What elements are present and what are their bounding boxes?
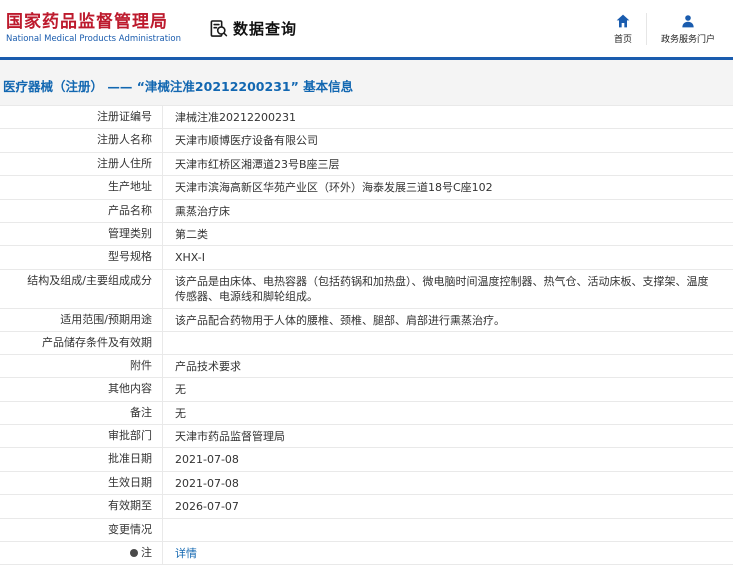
logo-subtitle: National Medical Products Administration [6,33,181,44]
nav-portal[interactable]: 政务服务门户 [645,12,729,45]
site-header: 国家药品监督管理局 National Medical Products Admi… [0,0,733,57]
row-label: 生效日期 [0,471,163,495]
row-label: 型号规格 [0,246,163,269]
table-row: 批准日期 2021-07-08 [0,448,733,472]
note-icon [130,548,138,557]
row-value: 津械注准20212200231 [175,111,296,124]
row-value: 2026-07-07 [175,500,239,514]
table-row: 变更情况 [0,518,733,542]
row-label: 结构及组成/主要组成成分 [0,269,163,308]
table-row: 产品名称 熏蒸治疗床 [0,199,733,223]
row-value: 该产品配合药物用于人体的腰椎、颈椎、腿部、肩部进行熏蒸治疗。 [175,313,505,327]
data-query-section: 数据查询 [209,18,297,39]
table-row: 结构及组成/主要组成成分 该产品是由床体、电热容器（包括药锅和加热盘）、微电脑时… [0,269,733,309]
row-value [163,332,733,354]
person-icon [680,13,696,29]
data-query-icon [209,19,228,38]
row-value [163,519,733,541]
nav-portal-label: 政务服务门户 [660,34,715,45]
row-value: 详情 [163,542,733,564]
row-value: 2021-07-08 [175,476,239,490]
table-row: 注册人住所 天津市红桥区湘潭道23号B座三层 [0,152,733,177]
table-row: 型号规格 XHX-Ⅰ [0,246,733,270]
row-value: 天津市顺博医疗设备有限公司 [175,134,318,148]
page-title-band: 医疗器械（注册） —— “津械注准20212200231” 基本信息 [0,60,733,105]
row-label: 附件 [0,354,163,378]
row-value: 天津市红桥区湘潭道23号B座三层 [175,157,340,171]
row-label-text: 注 [141,545,152,559]
row-label: 注册证编号 [0,106,163,129]
table-row: 生效日期 2021-07-08 [0,471,733,496]
table-row: 注册证编号 津械注准20212200231 [0,106,733,130]
row-value: XHX-Ⅰ [175,251,206,265]
home-icon [615,13,631,29]
detail-link[interactable]: 详情 [175,547,197,560]
table-row: 产品储存条件及有效期 [0,331,733,355]
row-value: 该产品是由床体、电热容器（包括药锅和加热盘）、微电脑时间温度控制器、热气仓、活动… [175,274,709,304]
table-row: 其他内容 无 [0,378,733,402]
page-title: 医疗器械（注册） —— “津械注准20212200231” 基本信息 [3,79,354,94]
row-label: 注册人名称 [0,129,163,152]
table-row: 管理类别 第二类 [0,222,733,247]
row-value: 2021-07-08 [175,453,239,467]
table-row: 备注 无 [0,401,733,426]
row-label: 注册人住所 [0,152,163,176]
row-label: 变更情况 [0,518,163,541]
row-value: 产品技术要求 [175,359,241,373]
row-label: 管理类别 [0,222,163,246]
logo-title: 国家药品监督管理局 [6,11,168,32]
table-row: 注册人名称 天津市顺博医疗设备有限公司 [0,129,733,153]
row-label: 批准日期 [0,448,163,471]
row-label: 备注 [0,401,163,425]
row-label: 其他内容 [0,378,163,401]
row-label: 审批部门 [0,425,163,448]
row-value: 第二类 [175,227,208,241]
row-value: 天津市药品监督管理局 [175,430,285,444]
table-row: 附件 产品技术要求 [0,354,733,379]
row-label: 适用范围/预期用途 [0,308,163,331]
nav-home-label: 首页 [613,34,632,45]
row-label: 产品名称 [0,199,163,222]
header-nav: 首页 政务服务门户 [600,12,733,45]
row-value: 无 [175,383,186,397]
table-row: 有效期至 2026-07-07 [0,495,733,519]
nav-home[interactable]: 首页 [600,13,646,45]
info-table: 注册证编号 津械注准20212200231 注册人名称 天津市顺博医疗设备有限公… [0,105,733,566]
table-row: 审批部门 天津市药品监督管理局 [0,425,733,449]
row-label: 有效期至 [0,495,163,518]
table-row: 适用范围/预期用途 该产品配合药物用于人体的腰椎、颈椎、腿部、肩部进行熏蒸治疗。 [0,308,733,332]
row-value: 无 [175,406,186,420]
table-row-note: 注 详情 [0,541,733,566]
table-row: 生产地址 天津市滨海高新区华苑产业区（环外）海泰发展三道18号C座102 [0,176,733,200]
section-title: 数据查询 [233,20,298,38]
row-value: 天津市滨海高新区华苑产业区（环外）海泰发展三道18号C座102 [175,181,493,195]
row-label: 产品储存条件及有效期 [0,331,163,354]
nmpa-logo: 国家药品监督管理局 National Medical Products Admi… [0,13,181,44]
row-value: 熏蒸治疗床 [175,204,230,218]
row-label: 生产地址 [0,176,163,199]
row-label: 注 [0,541,163,565]
